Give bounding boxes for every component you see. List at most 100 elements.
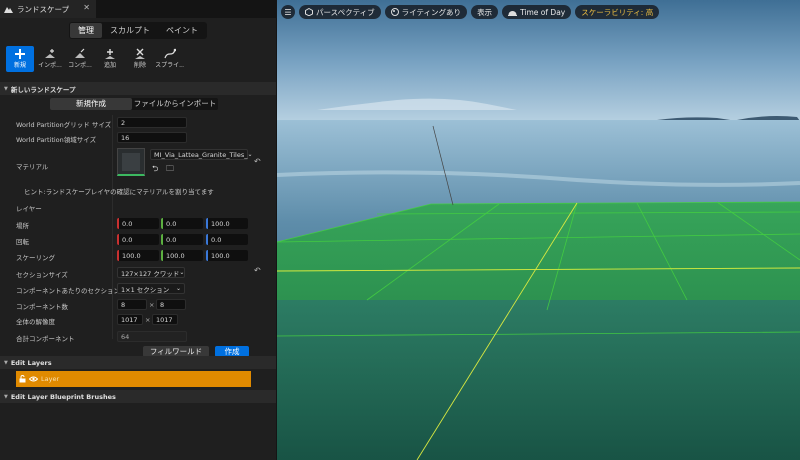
perspective-button[interactable]: パースペクティブ xyxy=(299,5,381,19)
times-sign: × xyxy=(145,316,151,324)
new-landscape-body: 新規作成 ファイルからインポート World Partitionグリッド サイズ… xyxy=(0,95,276,357)
component-icon xyxy=(75,48,85,58)
scalability-label: スケーラビリティ: 高 xyxy=(581,7,654,17)
viewport-scene xyxy=(277,0,800,460)
eye-icon[interactable] xyxy=(29,376,38,382)
section-edit-layers[interactable]: ▼ Edit Layers xyxy=(0,356,276,369)
scale-z[interactable]: 100.0 xyxy=(206,250,248,261)
mode-paint[interactable]: ペイント xyxy=(158,23,206,38)
rotation-z[interactable]: 0.0 xyxy=(206,234,248,245)
chevron-down-icon: ▼ xyxy=(4,393,8,400)
cube-icon xyxy=(305,8,313,16)
rotation-y[interactable]: 0.0 xyxy=(161,234,203,245)
subtab-import-file[interactable]: ファイルからインポート xyxy=(132,98,218,110)
landscape-panel: ランドスケープ ✕ 管理 スカルプト ペイント 新規 インポ... コンポ...… xyxy=(0,0,276,460)
tool-spline-label: スプライ... xyxy=(156,62,184,69)
overall-resolution-x[interactable]: 1017 xyxy=(117,314,143,325)
subtab-create-new[interactable]: 新規作成 xyxy=(50,98,132,110)
section-edit-layer-brushes-title: Edit Layer Blueprint Brushes xyxy=(10,392,116,401)
tool-add[interactable]: 追加 xyxy=(96,46,124,72)
region-size-label: World Partition領域サイズ xyxy=(16,136,97,144)
total-components-label: 合計コンポーネント xyxy=(16,335,75,343)
chevron-down-icon: ▼ xyxy=(4,85,8,92)
layer-row[interactable]: Layer xyxy=(16,371,251,387)
scale-y[interactable]: 100.0 xyxy=(161,250,203,261)
location-label: 場所 xyxy=(16,222,29,230)
show-button[interactable]: 表示 xyxy=(471,5,499,19)
section-size-label: セクションサイズ xyxy=(16,271,68,279)
browse-arrow-icon[interactable]: ⮌ xyxy=(152,163,158,177)
tool-new[interactable]: 新規 xyxy=(6,46,34,72)
viewport-toolbar: ☰ パースペクティブ ライティングあり 表示 Time of Day スケーラビ… xyxy=(277,0,800,24)
time-of-day-label: Time of Day xyxy=(520,7,566,17)
import-icon xyxy=(45,49,55,58)
lock-icon[interactable] xyxy=(19,375,26,383)
add-icon xyxy=(105,49,115,59)
tool-bar: 新規 インポ... コンポ... 追加 削除 スプライ... xyxy=(0,42,276,78)
grid-size-field[interactable]: 2 xyxy=(117,117,187,128)
section-size-dropdown[interactable]: 127×127 クワッド ⌄ xyxy=(117,267,185,278)
location-y[interactable]: 0.0 xyxy=(161,218,203,229)
folder-icon[interactable]: 🗀 xyxy=(166,163,174,177)
tool-import-label: インポ... xyxy=(38,62,62,69)
section-new-landscape[interactable]: ▼ 新しいランドスケープ xyxy=(0,82,276,95)
tool-import[interactable]: インポ... xyxy=(36,46,64,72)
landscape-icon xyxy=(4,7,13,13)
layers-label: レイヤー xyxy=(16,205,42,213)
times-sign: × xyxy=(149,301,155,309)
tool-delete[interactable]: 削除 xyxy=(126,46,154,72)
region-size-field[interactable]: 16 xyxy=(117,132,187,143)
chevron-down-icon: ▼ xyxy=(4,359,8,366)
show-label: 表示 xyxy=(477,7,493,17)
menu-button[interactable]: ☰ xyxy=(281,5,295,19)
mode-manage[interactable]: 管理 xyxy=(70,22,102,38)
location-x[interactable]: 0.0 xyxy=(117,218,159,229)
scale-label: スケーリング xyxy=(16,254,55,262)
tool-new-label: 新規 xyxy=(13,62,26,69)
lighting-button[interactable]: ライティングあり xyxy=(384,5,468,19)
lighting-label: ライティングあり xyxy=(401,7,462,17)
tab-landscape[interactable]: ランドスケープ ✕ xyxy=(0,0,96,18)
sections-per-component-label: コンポーネントあたりのセクション xyxy=(16,287,120,295)
rotation-x[interactable]: 0.0 xyxy=(117,234,159,245)
scalability-button[interactable]: スケーラビリティ: 高 xyxy=(575,5,660,19)
tool-component[interactable]: コンポ... xyxy=(66,46,94,72)
total-components-field: 64 xyxy=(117,331,187,342)
section-edit-layer-brushes[interactable]: ▼ Edit Layer Blueprint Brushes xyxy=(0,390,276,403)
mode-sculpt[interactable]: スカルプト xyxy=(102,23,158,38)
grid-size-label: World Partitionグリッド サイズ xyxy=(16,121,112,129)
tool-add-label: 追加 xyxy=(103,62,116,69)
location-z[interactable]: 100.0 xyxy=(206,218,248,229)
level-viewport[interactable]: ☰ パースペクティブ ライティングあり 表示 Time of Day スケーラビ… xyxy=(277,0,800,460)
hamburger-icon: ☰ xyxy=(284,7,292,17)
layer-name: Layer xyxy=(41,375,60,383)
component-count-label: コンポーネント数 xyxy=(16,303,68,311)
material-dropdown[interactable]: MI_Via_Lattea_Granite_Tiles_ ⌄ xyxy=(150,149,253,160)
hint-text: ヒント:ランドスケープレイヤの確認にマテリアルを割り当てます xyxy=(24,188,214,196)
component-count-x[interactable]: 8 xyxy=(117,299,147,310)
material-thumbnail[interactable] xyxy=(117,148,145,176)
sphere-icon xyxy=(390,8,399,16)
overall-resolution-label: 全体の解像度 xyxy=(16,318,55,326)
tool-spline[interactable]: スプライ... xyxy=(156,46,184,72)
sections-per-component-dropdown[interactable]: 1×1 セクション ⌄ xyxy=(117,283,185,294)
rotation-label: 回転 xyxy=(16,238,29,246)
section-size-value: 127×127 クワッド xyxy=(121,269,180,278)
close-icon[interactable]: ✕ xyxy=(83,3,90,12)
tool-delete-label: 削除 xyxy=(133,62,146,69)
perspective-label: パースペクティブ xyxy=(316,7,375,17)
overall-resolution-y[interactable]: 1017 xyxy=(152,314,178,325)
sections-per-component-value: 1×1 セクション xyxy=(121,285,170,294)
section-new-landscape-title: 新しいランドスケープ xyxy=(10,85,76,94)
tab-bar: ランドスケープ ✕ xyxy=(0,0,276,18)
scale-x[interactable]: 100.0 xyxy=(117,250,159,261)
section-edit-layers-title: Edit Layers xyxy=(10,358,52,367)
time-of-day-button[interactable]: Time of Day xyxy=(502,5,572,19)
material-value: MI_Via_Lattea_Granite_Tiles_ xyxy=(154,150,248,159)
reset-arrow-icon[interactable]: ↶ xyxy=(254,266,261,275)
component-count-y[interactable]: 8 xyxy=(156,299,186,310)
reset-arrow-icon[interactable]: ↶ xyxy=(254,157,261,166)
tool-component-label: コンポ... xyxy=(68,62,92,69)
delete-icon xyxy=(135,48,145,59)
sun-icon xyxy=(508,11,518,16)
